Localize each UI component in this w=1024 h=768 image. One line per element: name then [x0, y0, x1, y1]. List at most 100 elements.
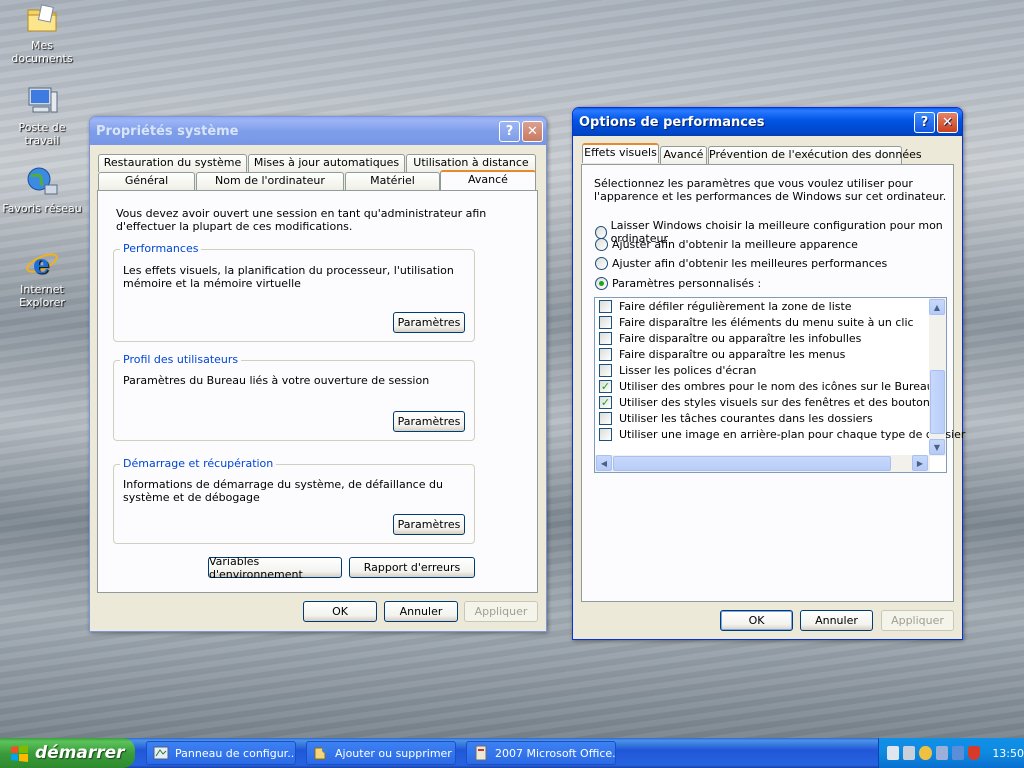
checkbox-label: Utiliser les tâches courantes dans les d… — [619, 412, 873, 425]
checkbox-row[interactable]: Faire défiler régulièrement la zone de l… — [599, 300, 852, 313]
window-title: Propriétés système — [96, 123, 239, 139]
help-button[interactable]: ? — [499, 121, 520, 142]
visual-effects-list[interactable]: Faire défiler régulièrement la zone de l… — [594, 297, 965, 473]
ok-button[interactable]: OK — [303, 601, 377, 622]
desktop-icon-internet-explorer[interactable]: e Internet Explorer — [0, 246, 84, 309]
checkbox[interactable] — [599, 364, 612, 377]
profile-settings-button[interactable]: Paramètres — [393, 411, 465, 432]
tab-mises-a-jour[interactable]: Mises à jour automatiques — [248, 154, 405, 172]
radio-indicator[interactable] — [595, 225, 607, 239]
vertical-scrollbar[interactable]: ▲ ▼ — [929, 298, 946, 456]
checkbox-row[interactable]: Utiliser les tâches courantes dans les d… — [599, 412, 873, 425]
cancel-button[interactable]: Annuler — [800, 610, 873, 631]
checkbox-checked[interactable]: ✓ — [599, 396, 612, 409]
desktop-icon-my-computer[interactable]: Poste de travail — [0, 84, 84, 147]
scroll-left-arrow-icon[interactable]: ◀ — [596, 455, 612, 471]
horizontal-scrollbar[interactable]: ◀ ▶ — [595, 455, 930, 472]
apply-button[interactable]: Appliquer — [464, 601, 538, 622]
checkbox-row[interactable]: Utiliser une image en arrière-plan pour … — [599, 428, 965, 441]
startup-settings-button[interactable]: Paramètres — [393, 514, 465, 535]
taskbar-item-control-panel[interactable]: Panneau de configur... — [146, 741, 296, 765]
radio-label: Ajuster afin d'obtenir les meilleures pe… — [612, 257, 888, 270]
checkbox-row[interactable]: ✓ Utiliser des styles visuels sur des fen… — [599, 396, 936, 409]
vertical-scroll-thumb[interactable] — [930, 370, 945, 434]
svg-text:e: e — [33, 250, 50, 280]
checkbox-checked[interactable]: ✓ — [599, 380, 612, 393]
start-button[interactable]: démarrer — [0, 738, 135, 768]
performance-options-titlebar[interactable]: Options de performances ? ✕ — [573, 108, 962, 136]
tab-avance[interactable]: Avancé — [440, 170, 536, 190]
checkbox-label: Faire disparaître ou apparaître les menu… — [619, 348, 846, 361]
taskbar-item-office[interactable]: 2007 Microsoft Office... — [466, 741, 616, 765]
close-button[interactable]: ✕ — [937, 112, 958, 133]
control-panel-icon — [153, 746, 169, 760]
update-icon[interactable] — [919, 746, 932, 760]
checkbox-row[interactable]: ✓ Utiliser des ombres pour le nom des icô… — [599, 380, 934, 393]
radio-indicator[interactable] — [595, 257, 608, 270]
tab-general[interactable]: Général — [98, 172, 195, 190]
network-icon[interactable] — [903, 746, 916, 760]
volume-icon[interactable] — [887, 746, 900, 760]
performance-options-window: Options de performances ? ✕ Effets visue… — [572, 107, 965, 640]
checkbox[interactable] — [599, 316, 612, 329]
cancel-button[interactable]: Annuler — [384, 601, 458, 622]
checkbox-label: Lisser les polices d'écran — [619, 364, 757, 377]
system-properties-titlebar[interactable]: Propriétés système ? ✕ — [90, 117, 546, 145]
description-text: Sélectionnez les paramètres que vous vou… — [594, 177, 947, 203]
taskbar-item-add-remove[interactable]: Ajouter ou supprimer ... — [306, 741, 456, 765]
radio-custom[interactable]: Paramètres personnalisés : — [595, 277, 761, 290]
tab-prevention-execution[interactable]: Prévention de l'exécution des données — [708, 146, 922, 164]
checkbox-label: Utiliser des styles visuels sur des fenê… — [619, 396, 936, 409]
folder-icon — [25, 2, 59, 36]
ok-button[interactable]: OK — [720, 610, 793, 631]
tab-restauration[interactable]: Restauration du système — [98, 154, 247, 172]
tab-materiel[interactable]: Matériel — [345, 172, 440, 190]
scroll-up-arrow-icon[interactable]: ▲ — [929, 299, 945, 315]
windows-logo-icon — [11, 745, 28, 762]
group-performances: Performances Les effets visuels, la plan… — [113, 242, 475, 342]
checkbox-row[interactable]: Faire disparaître ou apparaître les menu… — [599, 348, 845, 361]
add-remove-programs-icon — [314, 747, 328, 760]
checkbox[interactable] — [599, 300, 612, 313]
environment-variables-button[interactable]: Variables d'environnement — [208, 555, 342, 581]
apply-button[interactable]: Appliquer — [881, 610, 954, 631]
checkbox-row[interactable]: Faire disparaître ou apparaître les info… — [599, 332, 861, 345]
system-properties-window: Propriétés système ? ✕ Restauration du s… — [89, 116, 547, 632]
safely-remove-icon[interactable] — [951, 746, 965, 760]
desktop-icon-label: Mes documents — [11, 39, 73, 65]
tab-avance[interactable]: Avancé — [660, 146, 707, 164]
tab-panel-avance: Vous devez avoir ouvert une session en t… — [97, 190, 538, 593]
display-icon[interactable] — [935, 746, 948, 760]
network-globe-icon — [25, 165, 59, 199]
horizontal-scroll-thumb[interactable] — [613, 456, 891, 471]
checkbox[interactable] — [599, 348, 612, 361]
clock[interactable]: 13:50 — [992, 747, 1024, 760]
error-report-button[interactable]: Rapport d'erreurs — [349, 557, 475, 578]
security-shield-icon[interactable] — [968, 746, 981, 760]
taskbar: démarrer Panneau de configur... Ajouter … — [0, 738, 1024, 768]
tab-panel-effets-visuels: Sélectionnez les paramètres que vous vou… — [581, 164, 965, 602]
scroll-right-arrow-icon[interactable]: ▶ — [912, 455, 928, 471]
tab-effets-visuels[interactable]: Effets visuels — [582, 143, 659, 163]
checkbox[interactable] — [599, 428, 612, 441]
group-legend: Profil des utilisateurs — [120, 353, 242, 366]
radio-indicator[interactable] — [595, 277, 608, 290]
taskbar-item-label: Ajouter ou supprimer ... — [335, 746, 456, 760]
taskbar-item-label: Panneau de configur... — [175, 746, 296, 760]
close-button[interactable]: ✕ — [522, 121, 543, 142]
performances-settings-button[interactable]: Paramètres — [393, 312, 465, 333]
radio-indicator[interactable] — [595, 238, 608, 251]
tab-nom-ordinateur[interactable]: Nom de l'ordinateur — [196, 172, 344, 190]
computer-icon — [25, 84, 59, 118]
checkbox-row[interactable]: Faire disparaître les éléments du menu s… — [599, 316, 914, 329]
checkbox[interactable] — [599, 332, 612, 345]
scroll-down-arrow-icon[interactable]: ▼ — [929, 439, 945, 455]
help-button[interactable]: ? — [914, 112, 935, 133]
checkbox-label: Utiliser des ombres pour le nom des icôn… — [619, 380, 934, 393]
radio-best-appearance[interactable]: Ajuster afin d'obtenir la meilleure appa… — [595, 238, 858, 251]
desktop-icon-network[interactable]: Favoris réseau — [0, 165, 84, 215]
radio-best-performance[interactable]: Ajuster afin d'obtenir les meilleures pe… — [595, 257, 887, 270]
checkbox-row[interactable]: Lisser les polices d'écran — [599, 364, 756, 377]
checkbox[interactable] — [599, 412, 612, 425]
desktop-icon-my-documents[interactable]: Mes documents — [0, 2, 84, 65]
